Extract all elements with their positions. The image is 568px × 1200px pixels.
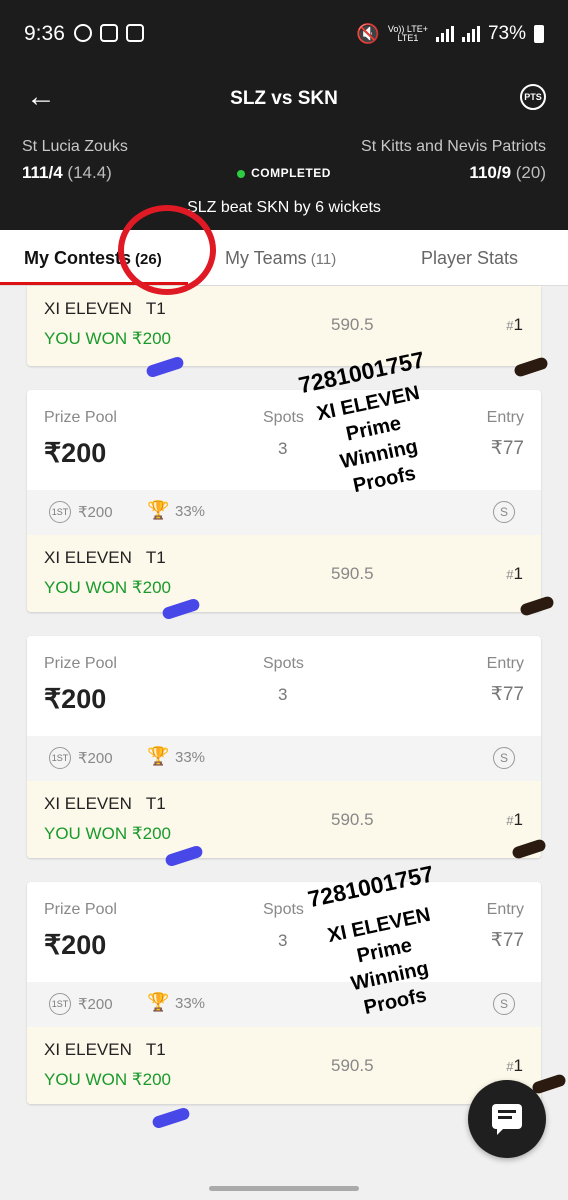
- won-amount: YOU WON ₹200: [44, 1070, 172, 1089]
- first-prize: ₹200: [78, 996, 113, 1013]
- spots-value: 3: [278, 931, 288, 950]
- team-points: 590.5: [331, 810, 374, 829]
- network-indicator: Vo)) LTE+ LTE1: [387, 24, 428, 43]
- whatsapp-icon: [74, 24, 92, 42]
- tab-player-stats[interactable]: Player Stats: [421, 248, 518, 269]
- spots-value: 3: [278, 439, 288, 458]
- chat-button[interactable]: [468, 1080, 546, 1158]
- pts-icon[interactable]: PTS: [520, 84, 546, 110]
- win-percent: 33%: [175, 503, 206, 520]
- trophy-icon: 🏆: [147, 500, 170, 520]
- won-amount: YOU WON ₹200: [44, 578, 172, 597]
- match-result: SLZ beat SKN by 6 wickets: [187, 199, 381, 216]
- prize-pool-label: Prize Pool: [44, 409, 117, 426]
- battery-icon: [534, 25, 544, 43]
- match-title: SLZ vs SKN: [230, 88, 338, 109]
- trophy-icon: 🏆: [147, 746, 170, 766]
- cast-icon: [126, 24, 144, 42]
- entry-value: ₹77: [490, 684, 524, 705]
- single-entry-icon: S: [493, 993, 515, 1015]
- prize-pool-label: Prize Pool: [44, 655, 117, 672]
- team-name: XI ELEVEN T1: [44, 1040, 166, 1059]
- prize-pool-value: ₹200: [44, 930, 107, 960]
- team-row: XI ELEVEN T1 YOU WON ₹200 590.5 #1: [27, 1027, 541, 1104]
- team-rank: #1: [506, 810, 523, 829]
- prize-pool-value: ₹200: [44, 438, 107, 468]
- contest-card[interactable]: Prize Pool ₹200 Spots 3 Entry ₹77 1ST ₹2…: [27, 390, 541, 612]
- prize-pool-label: Prize Pool: [44, 901, 117, 918]
- won-amount: YOU WON ₹200: [44, 329, 172, 348]
- team-left-name: St Lucia Zouks: [22, 138, 128, 155]
- team-points: 590.5: [331, 1056, 374, 1075]
- entry-value: ₹77: [490, 438, 524, 459]
- first-prize: ₹200: [78, 504, 113, 521]
- win-percent: 33%: [175, 995, 206, 1012]
- red-circle-annotation: [118, 205, 216, 295]
- won-amount: YOU WON ₹200: [44, 824, 172, 843]
- team-row: XI ELEVEN T1 YOU WON ₹200 590.5 #1: [27, 535, 541, 612]
- home-indicator[interactable]: [209, 1186, 359, 1191]
- entry-label: Entry: [486, 409, 524, 426]
- battery-level: 73%: [487, 23, 526, 44]
- team-points: 590.5: [331, 315, 374, 334]
- team-rank: #1: [506, 1056, 523, 1075]
- first-place-icon: 1ST: [49, 501, 71, 523]
- team-row: XI ELEVEN T1 YOU WON ₹200 590.5 #1: [27, 286, 541, 366]
- trophy-icon: 🏆: [147, 992, 170, 1012]
- spots-value: 3: [278, 685, 288, 704]
- match-header: ← SLZ vs SKN PTS St Lucia Zouks 111/4 (1…: [0, 58, 568, 230]
- team-name: XI ELEVEN T1: [44, 299, 166, 318]
- signal-icon-2: [461, 26, 480, 42]
- contest-card[interactable]: Prize Pool ₹200 Spots 3 Entry ₹77 1ST ₹2…: [27, 636, 541, 858]
- match-status: COMPLETED: [0, 166, 568, 180]
- gallery-icon: [100, 24, 118, 42]
- team-name: XI ELEVEN T1: [44, 548, 166, 567]
- win-percent: 33%: [175, 749, 206, 766]
- entry-label: Entry: [486, 901, 524, 918]
- signal-icon: [435, 26, 454, 42]
- contest-card-partial[interactable]: XI ELEVEN T1 YOU WON ₹200 590.5 #1: [27, 286, 541, 366]
- entry-value: ₹77: [490, 930, 524, 951]
- team-points: 590.5: [331, 564, 374, 583]
- team-row: XI ELEVEN T1 YOU WON ₹200 590.5 #1: [27, 781, 541, 858]
- team-right-name: St Kitts and Nevis Patriots: [361, 138, 546, 155]
- tab-bar: My Contests (26) My Teams (11) Player Stat…: [0, 230, 568, 286]
- first-place-icon: 1ST: [49, 747, 71, 769]
- tab-my-teams[interactable]: My Teams (11): [225, 248, 336, 269]
- prize-pool-value: ₹200: [44, 684, 107, 714]
- chat-icon: [492, 1104, 522, 1135]
- mute-icon: 🔇: [356, 24, 380, 45]
- entry-label: Entry: [486, 655, 524, 672]
- team-name: XI ELEVEN T1: [44, 794, 166, 813]
- first-prize: ₹200: [78, 750, 113, 767]
- blue-marker-stroke: [151, 1106, 191, 1130]
- first-place-icon: 1ST: [49, 993, 71, 1015]
- status-dot-icon: [237, 169, 246, 178]
- single-entry-icon: S: [493, 747, 515, 769]
- spots-label: Spots: [263, 655, 304, 672]
- single-entry-icon: S: [493, 501, 515, 523]
- contest-stats-row: 1ST ₹200 🏆 33% S: [27, 736, 541, 781]
- contest-stats-row: 1ST ₹200 🏆 33% S: [27, 490, 541, 535]
- status-time: 9:36: [24, 22, 65, 45]
- team-rank: #1: [506, 315, 523, 334]
- status-bar: 9:36 🔇 Vo)) LTE+ LTE1 73%: [0, 0, 568, 58]
- team-rank: #1: [506, 564, 523, 583]
